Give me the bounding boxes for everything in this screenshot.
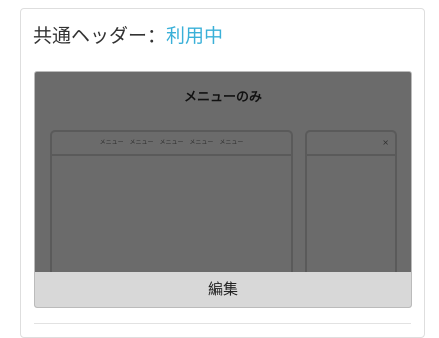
preview-menu-item: メニュー xyxy=(99,139,124,146)
common-header-status: 利用中 xyxy=(166,25,224,47)
header-layout-preview[interactable]: メニューのみ メニュー メニュー メニュー メニュー メニュー × 編集 xyxy=(34,71,412,308)
preview-menu-item: メニュー xyxy=(159,139,184,146)
common-header-label: 共通ヘッダー： xyxy=(33,25,167,47)
common-header-heading: 共通ヘッダー：利用中 xyxy=(33,23,223,49)
close-icon: × xyxy=(382,138,389,147)
preview-side-bar: × xyxy=(307,132,395,156)
edit-button[interactable]: 編集 xyxy=(35,272,411,307)
preview-menu-item: メニュー xyxy=(219,139,244,146)
preview-menu-bar: メニュー メニュー メニュー メニュー メニュー xyxy=(52,132,291,156)
common-header-card: 共通ヘッダー：利用中 メニューのみ メニュー メニュー メニュー メニュー メニ… xyxy=(20,8,425,338)
divider xyxy=(34,323,411,324)
preview-layout-title: メニューのみ xyxy=(183,90,262,105)
preview-side-frame: × xyxy=(305,130,397,290)
preview-menu-item: メニュー xyxy=(189,139,214,146)
preview-main-frame: メニュー メニュー メニュー メニュー メニュー xyxy=(50,130,293,290)
preview-menu-item: メニュー xyxy=(129,139,154,146)
